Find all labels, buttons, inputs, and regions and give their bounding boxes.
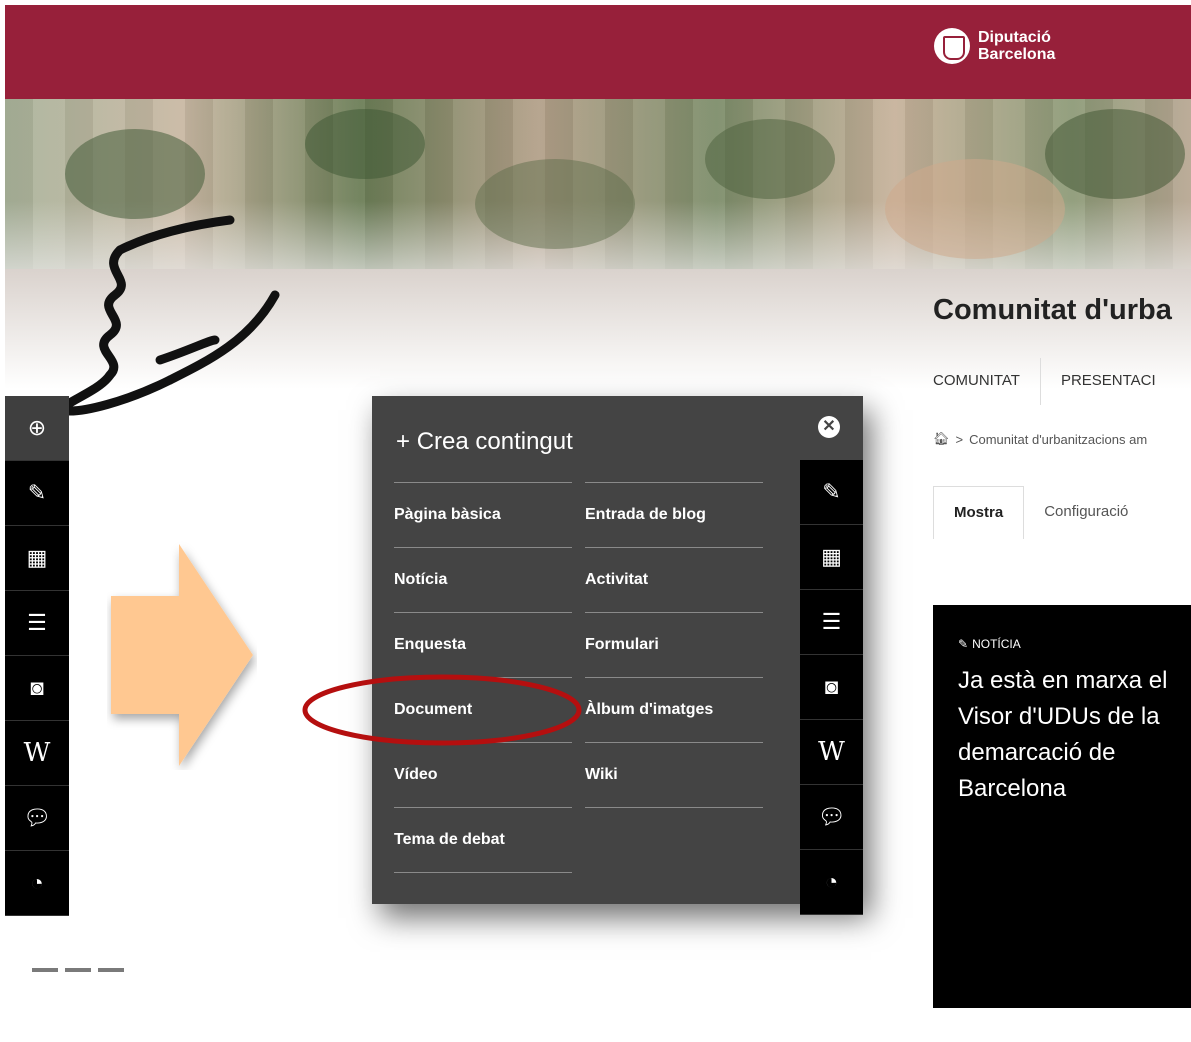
- plus-icon: ⊕: [27, 415, 47, 440]
- list-icon: ☰: [821, 609, 842, 634]
- rss-icon: ◔: [824, 869, 839, 894]
- main-nav: COMUNITAT PRESENTACI: [933, 358, 1176, 405]
- pencil-icon: ✎: [27, 480, 47, 505]
- breadcrumb-separator: >: [955, 431, 964, 447]
- card-tag: ✎ NOTÍCIA: [958, 637, 1021, 651]
- diputacio-logo[interactable]: Diputació Barcelona: [934, 28, 1055, 64]
- calendar-button[interactable]: ▦: [800, 525, 863, 590]
- list-icon: ☰: [27, 610, 47, 635]
- camera-button[interactable]: ◙: [5, 656, 69, 721]
- menu-item-pagina-basica[interactable]: Pàgina bàsica: [394, 482, 572, 547]
- wikipedia-icon: W: [23, 738, 51, 768]
- news-card[interactable]: ✎ NOTÍCIA Ja està en marxa el Visor d'UD…: [933, 605, 1191, 1008]
- menu-item-noticia[interactable]: Notícia: [394, 547, 572, 612]
- panel-title-text: Crea contingut: [416, 428, 573, 455]
- breadcrumb-link[interactable]: Comunitat d'urbanitzacions am: [969, 432, 1147, 447]
- wiki-button[interactable]: W: [800, 720, 863, 785]
- home-icon[interactable]: 🏠︎: [933, 431, 950, 447]
- menu-item-activitat[interactable]: Activitat: [585, 547, 763, 612]
- menu-item-enquesta[interactable]: Enquesta: [394, 612, 572, 677]
- calendar-icon: ▦: [821, 544, 842, 569]
- camera-icon: ◙: [30, 675, 44, 700]
- menu-item-album-d-imatges[interactable]: Àlbum d'imatges: [585, 677, 763, 742]
- pencil-icon: ✎: [958, 637, 969, 651]
- menu-item-tema-de-debat[interactable]: Tema de debat: [394, 807, 572, 873]
- rss-button[interactable]: ◔: [800, 850, 863, 915]
- chat-icon: 💬︎: [23, 805, 51, 830]
- camera-button[interactable]: ◙: [800, 655, 863, 720]
- carousel-dot[interactable]: [98, 968, 124, 972]
- tabs: Mostra Configuració: [933, 486, 1148, 539]
- list-button[interactable]: ☰: [800, 590, 863, 655]
- menu-item-wiki[interactable]: Wiki: [585, 742, 763, 808]
- coat-of-arms-icon: [934, 28, 970, 64]
- panel-icon-strip: ✎ ▦ ☰ ◙ W 💬︎ ◔: [800, 460, 863, 915]
- right-arrow-graphic: [111, 544, 253, 766]
- close-icon[interactable]: ✕: [818, 416, 840, 438]
- menu-item-video[interactable]: Vídeo: [394, 742, 572, 807]
- list-button[interactable]: ☰: [5, 591, 69, 656]
- chat-button[interactable]: 💬︎: [800, 785, 863, 850]
- tab-configuracio[interactable]: Configuració: [1024, 486, 1148, 539]
- create-content-panel: + Crea contingut ✕ Pàgina bàsica Notícia…: [372, 396, 863, 915]
- pencil-button[interactable]: ✎: [5, 461, 69, 526]
- carousel-dot[interactable]: [65, 968, 91, 972]
- calendar-button[interactable]: ▦: [5, 526, 69, 591]
- card-headline[interactable]: Ja està en marxa el Visor d'UDUs de la d…: [958, 663, 1191, 807]
- card-tag-label: NOTÍCIA: [972, 637, 1021, 651]
- chat-button[interactable]: 💬︎: [5, 786, 69, 851]
- camera-icon: ◙: [824, 674, 839, 699]
- nav-item-comunitat[interactable]: COMUNITAT: [933, 358, 1040, 405]
- panel-title: + Crea contingut: [396, 428, 573, 455]
- tab-mostra[interactable]: Mostra: [933, 486, 1025, 539]
- add-content-button[interactable]: ⊕: [5, 396, 69, 461]
- chat-icon: 💬︎: [817, 804, 846, 829]
- carousel-dot[interactable]: [32, 968, 58, 972]
- page-title: Comunitat d'urba: [933, 294, 1172, 326]
- logo-text: Diputació Barcelona: [978, 29, 1056, 63]
- menu-column-2: Entrada de blog Activitat Formulari Àlbu…: [585, 482, 763, 808]
- rss-button[interactable]: ◔: [5, 851, 69, 916]
- calendar-icon: ▦: [26, 545, 48, 570]
- wikipedia-icon: W: [818, 737, 845, 767]
- breadcrumb: 🏠︎ > Comunitat d'urbanitzacions am: [933, 431, 1147, 447]
- menu-item-formulari[interactable]: Formulari: [585, 612, 763, 677]
- pencil-icon: ✎: [822, 479, 841, 504]
- rss-icon: ◔: [30, 870, 44, 895]
- left-toolbar: ⊕ ✎ ▦ ☰ ◙ W 💬︎ ◔: [5, 396, 69, 916]
- wiki-button[interactable]: W: [5, 721, 69, 786]
- carousel-dots: [32, 968, 157, 972]
- carousel-dot-active[interactable]: [131, 968, 157, 972]
- pointing-hand-icon: [55, 215, 280, 416]
- document-highlight-oval: [302, 674, 582, 746]
- nav-item-presentacio[interactable]: PRESENTACI: [1039, 358, 1176, 405]
- pencil-button[interactable]: ✎: [800, 460, 863, 525]
- menu-item-entrada-de-blog[interactable]: Entrada de blog: [585, 482, 763, 547]
